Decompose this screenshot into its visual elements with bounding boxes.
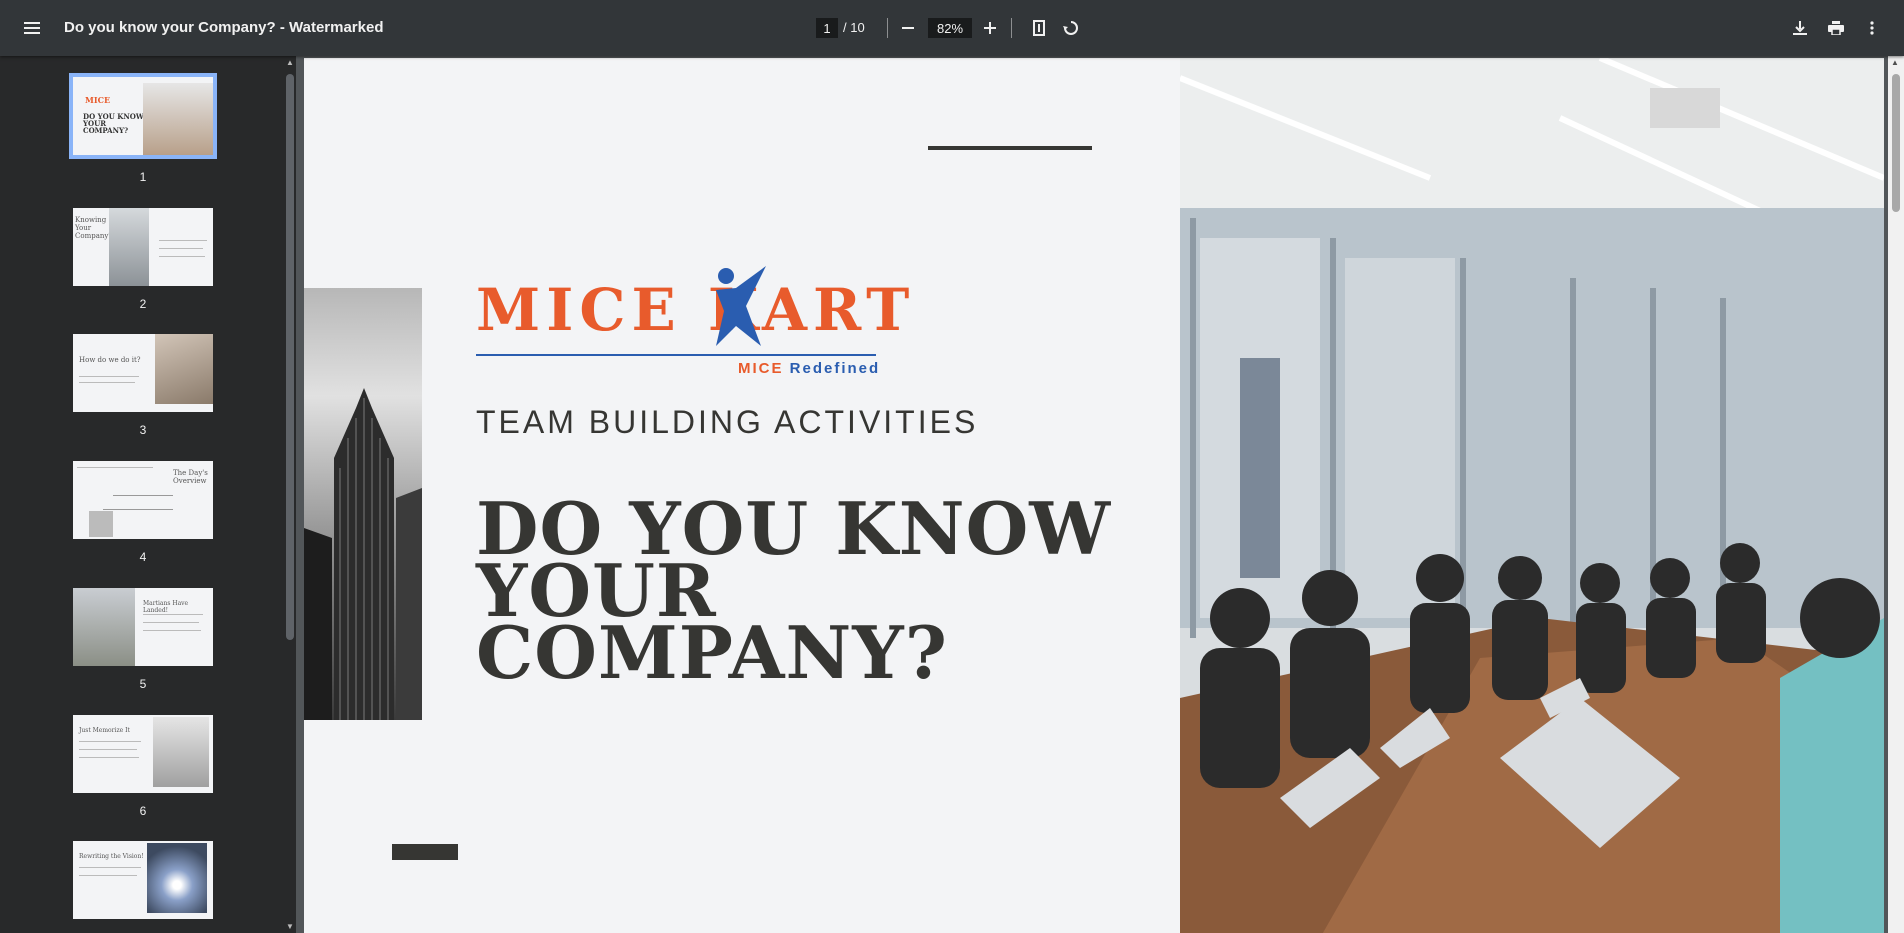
scroll-down-arrow-icon[interactable]: ▼	[286, 922, 294, 931]
thumb-line	[113, 495, 173, 496]
thumb-image	[89, 511, 113, 537]
thumb-number: 3	[139, 423, 147, 437]
decorative-bar	[392, 844, 458, 860]
micekart-logo: MICE KART MICE Redefined	[476, 266, 916, 377]
thumb-line	[143, 622, 199, 623]
thumb-line	[79, 382, 135, 383]
thumb-line	[79, 376, 139, 377]
thumb-line	[79, 875, 137, 876]
thumb-text: The Day's Overview	[173, 469, 208, 485]
document-viewer: MICE KART MICE Redefined TEAM BUILDING A…	[296, 56, 1900, 933]
page-thumbnail-6[interactable]: Just Memorize It	[73, 715, 213, 793]
thumb-image	[109, 208, 149, 286]
logo-figure-icon	[706, 266, 776, 361]
thumb-image	[73, 588, 135, 666]
sidebar-scroll-thumb[interactable]	[286, 74, 294, 640]
logo-tagline: MICE Redefined	[738, 360, 880, 377]
pdf-page-1: MICE KART MICE Redefined TEAM BUILDING A…	[304, 58, 1884, 933]
print-icon[interactable]	[1820, 12, 1852, 44]
page-thumbnail-1[interactable]: MICE DO YOU KNOW YOUR COMPANY?	[69, 73, 217, 159]
decorative-bar	[928, 146, 1092, 150]
thumb-image	[155, 334, 213, 404]
thumb-line	[143, 614, 203, 615]
thumb-line	[79, 867, 141, 868]
building-image	[304, 288, 422, 720]
thumb-line	[159, 248, 203, 249]
thumb-logo: MICE	[85, 95, 111, 105]
thumb-number: 1	[139, 170, 147, 184]
thumb-line	[79, 749, 137, 750]
thumb-line	[159, 256, 205, 257]
menu-icon[interactable]	[16, 12, 48, 44]
document-scroll-thumb[interactable]	[1892, 74, 1900, 212]
thumb-number: 2	[139, 297, 147, 311]
thumb-line	[79, 741, 141, 742]
page-thumbnail-5[interactable]: Martians Have Landed!	[73, 588, 213, 666]
scroll-up-arrow-icon[interactable]: ▲	[1891, 58, 1899, 67]
tagline-redefined: Redefined	[789, 360, 881, 377]
thumb-text: Knowing Your Company?	[75, 216, 113, 240]
page-thumbnail-7[interactable]: Rewriting the Vision!	[73, 841, 213, 919]
headline-line-3: COMPANY?	[476, 610, 948, 695]
rotate-icon[interactable]	[1055, 12, 1087, 44]
zoom-out-icon[interactable]	[892, 12, 924, 44]
zoom-input[interactable]: 82%	[928, 18, 972, 38]
thumb-line	[103, 509, 173, 510]
page-thumbnail-3[interactable]: How do we do it?	[73, 334, 213, 412]
document-title: Do you know your Company? - Watermarked	[64, 19, 384, 36]
tagline-mice: MICE	[738, 360, 784, 377]
more-icon[interactable]	[1856, 12, 1888, 44]
fit-page-icon[interactable]	[1023, 12, 1055, 44]
thumb-number: 4	[139, 550, 147, 564]
thumb-line	[143, 630, 201, 631]
thumb-line	[77, 467, 153, 468]
slide-subtitle: TEAM BUILDING ACTIVITIES	[476, 404, 979, 440]
thumb-number: 5	[139, 677, 147, 691]
sidebar-scrollbar[interactable]: ▲ ▼	[284, 56, 296, 933]
thumb-text: DO YOU KNOW YOUR COMPANY?	[83, 112, 144, 135]
page-thumbnail-4[interactable]: The Day's Overview	[73, 461, 213, 539]
thumb-line	[159, 240, 207, 241]
page-number-input[interactable]: 1	[816, 18, 838, 38]
scroll-up-arrow-icon[interactable]: ▲	[286, 58, 294, 67]
zoom-in-icon[interactable]	[974, 12, 1006, 44]
meeting-photo	[1180, 58, 1884, 933]
thumb-text: Martians Have Landed!	[143, 600, 189, 614]
page-total: / 10	[843, 20, 865, 35]
pdf-toolbar: Do you know your Company? - Watermarked …	[0, 0, 1904, 56]
download-icon[interactable]	[1784, 12, 1816, 44]
thumb-number: 6	[139, 804, 147, 818]
thumb-text: Rewriting the Vision!	[79, 853, 144, 860]
logo-rule	[476, 354, 876, 356]
thumb-image	[147, 843, 207, 913]
toolbar-divider	[887, 18, 888, 38]
logo-wordmark: MICE KART	[476, 276, 916, 344]
page-thumbnail-2[interactable]: Knowing Your Company?	[73, 208, 213, 286]
thumb-image	[143, 83, 213, 155]
document-scrollbar[interactable]: ▲	[1888, 56, 1904, 933]
toolbar-divider	[1011, 18, 1012, 38]
thumb-line	[79, 757, 139, 758]
thumb-image	[153, 717, 209, 787]
thumb-text: Just Memorize It	[79, 727, 130, 734]
thumb-text: How do we do it?	[79, 356, 141, 364]
slide-headline: DO YOU KNOW YOUR COMPANY?	[476, 493, 1111, 695]
thumbnail-sidebar: MICE DO YOU KNOW YOUR COMPANY? 1 Knowing Yo…	[0, 56, 284, 933]
